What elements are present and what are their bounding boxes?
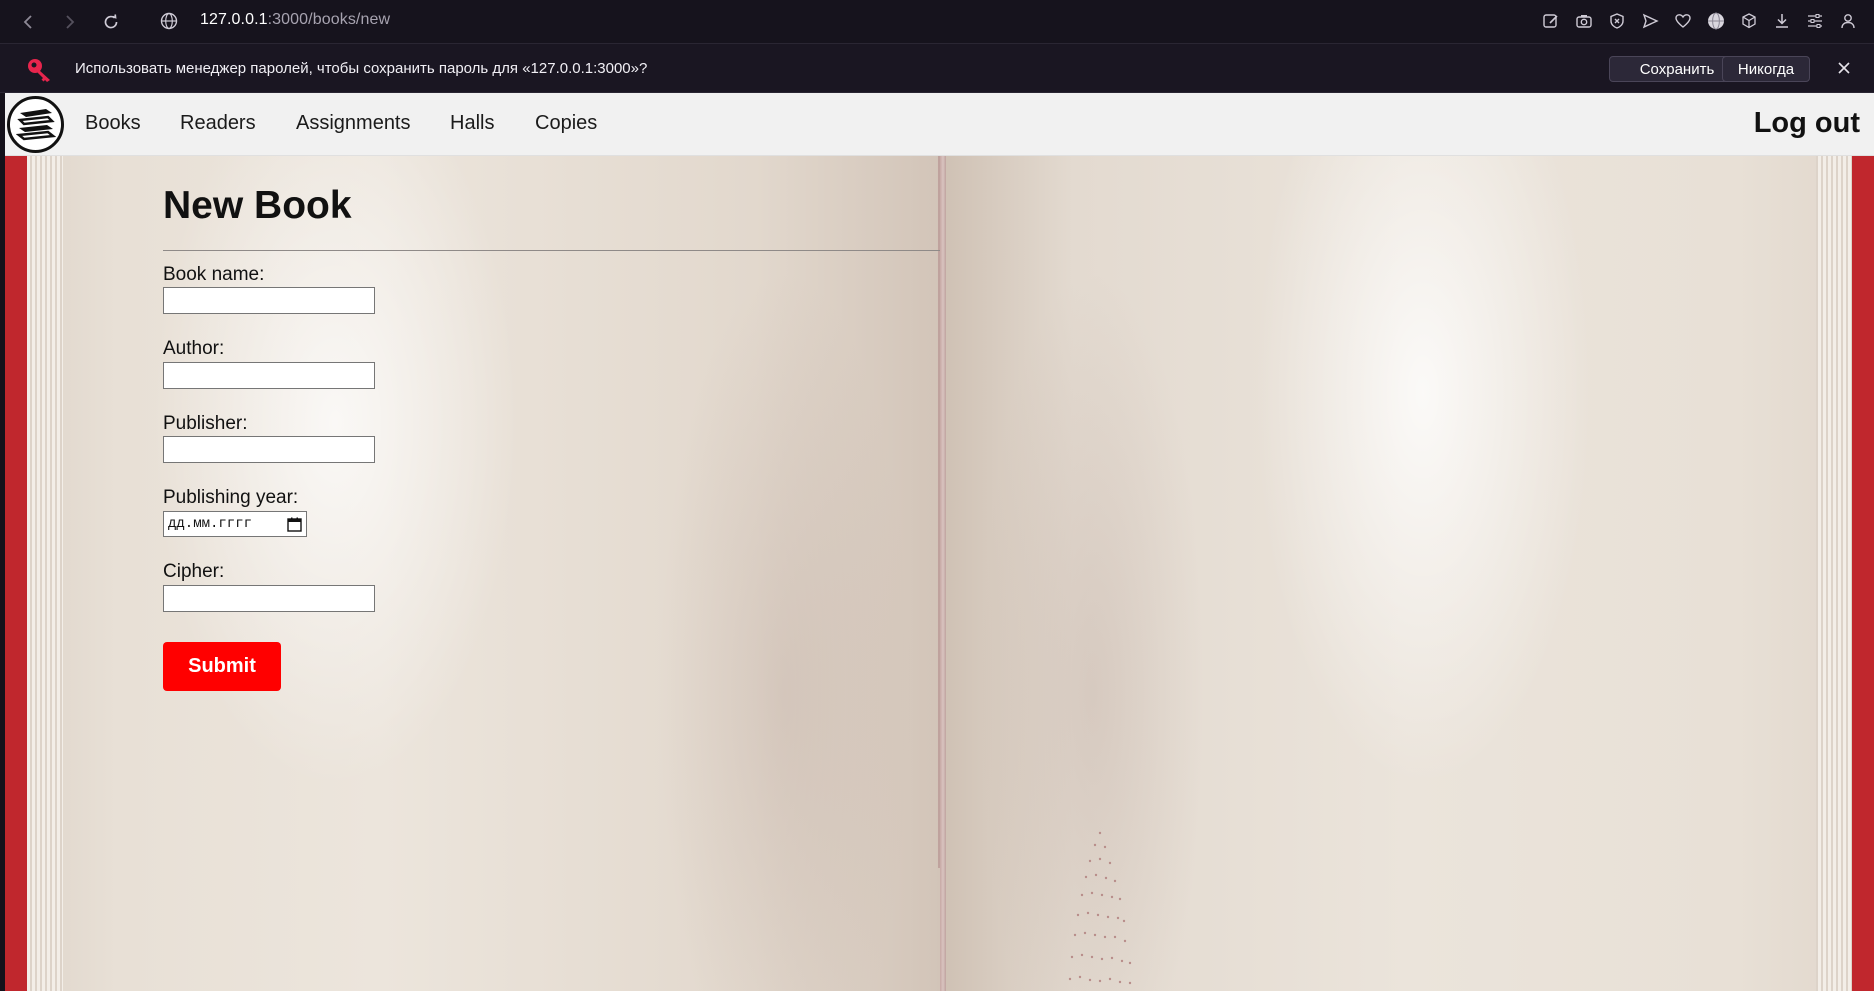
never-save-button[interactable]: Никогда (1722, 56, 1810, 82)
cube-icon (1741, 13, 1756, 29)
shield-x-icon (1609, 13, 1624, 29)
page-title: New Book (163, 184, 352, 227)
site-navbar: Books Readers Assignments Halls Copies L… (5, 93, 1874, 156)
extensions-button[interactable] (1736, 8, 1761, 34)
reload-button[interactable] (95, 6, 127, 38)
book-name-label: Book name: (163, 264, 265, 285)
sliders-icon (1807, 14, 1822, 28)
calendar-icon[interactable] (287, 517, 302, 532)
date-placeholder: дд.мм.гггг (168, 516, 253, 532)
book-spine (940, 93, 946, 991)
close-icon[interactable] (1834, 58, 1854, 78)
publishing-year-label: Publishing year: (163, 487, 299, 508)
book-cover-left (5, 93, 27, 991)
books-stack-icon (16, 109, 56, 141)
nav-link-halls[interactable]: Halls (450, 112, 494, 135)
title-divider (163, 250, 940, 251)
book-cover-right (1852, 93, 1874, 991)
url-path: :3000/books/new (267, 11, 391, 28)
edit-button[interactable] (1538, 8, 1563, 34)
author-label: Author: (163, 338, 225, 359)
site-logo[interactable] (7, 96, 64, 153)
forward-arrow-icon (66, 15, 75, 29)
send-button[interactable] (1637, 8, 1662, 34)
decorative-dots (1068, 831, 1132, 985)
cipher-input[interactable] (163, 585, 375, 612)
browser-toolbar: 127.0.0.1:3000/books/new (0, 0, 1874, 44)
book-left-page (5, 93, 943, 991)
edit-icon (1542, 14, 1558, 28)
book-name-input[interactable] (163, 287, 375, 314)
key-icon (28, 59, 50, 82)
submit-button[interactable]: Submit (163, 642, 281, 691)
reload-icon (104, 14, 118, 29)
nav-link-assignments[interactable]: Assignments (296, 112, 411, 135)
back-arrow-icon (23, 15, 32, 29)
send-icon (1642, 13, 1659, 29)
book-page-edges-left (27, 93, 63, 991)
url-host: 127.0.0.1 (200, 11, 268, 28)
globe-icon (1707, 12, 1724, 30)
toolbar-actions (1538, 8, 1860, 34)
screenshot-button[interactable] (1571, 8, 1596, 34)
heart-icon (1674, 14, 1691, 28)
forward-button[interactable] (53, 6, 85, 38)
password-save-message: Использовать менеджер паролей, чтобы сох… (75, 60, 648, 77)
address-bar[interactable]: 127.0.0.1:3000/books/new (200, 11, 390, 29)
book-page-edges-right (1816, 93, 1852, 991)
author-input[interactable] (163, 362, 375, 389)
favorites-button[interactable] (1670, 8, 1695, 34)
publishing-year-date-input[interactable]: дд.мм.гггг (163, 511, 307, 537)
page-viewport: Books Readers Assignments Halls Copies L… (5, 93, 1874, 991)
site-info-icon[interactable] (159, 11, 179, 31)
user-icon (1840, 14, 1855, 29)
cipher-label: Cipher: (163, 561, 225, 582)
password-save-bar: Использовать менеджер паролей, чтобы сох… (0, 44, 1874, 93)
logout-link[interactable]: Log out (1754, 107, 1860, 140)
adblock-button[interactable] (1604, 8, 1629, 34)
camera-icon (1575, 15, 1592, 28)
vpn-button[interactable] (1703, 8, 1728, 34)
download-icon (1775, 14, 1788, 28)
back-button[interactable] (13, 6, 45, 38)
profile-button[interactable] (1835, 8, 1860, 34)
settings-button[interactable] (1802, 8, 1827, 34)
publisher-input[interactable] (163, 436, 375, 463)
nav-link-readers[interactable]: Readers (180, 112, 256, 135)
nav-link-copies[interactable]: Copies (535, 112, 597, 135)
downloads-button[interactable] (1769, 8, 1794, 34)
nav-link-books[interactable]: Books (85, 112, 141, 135)
publisher-label: Publisher: (163, 413, 248, 434)
